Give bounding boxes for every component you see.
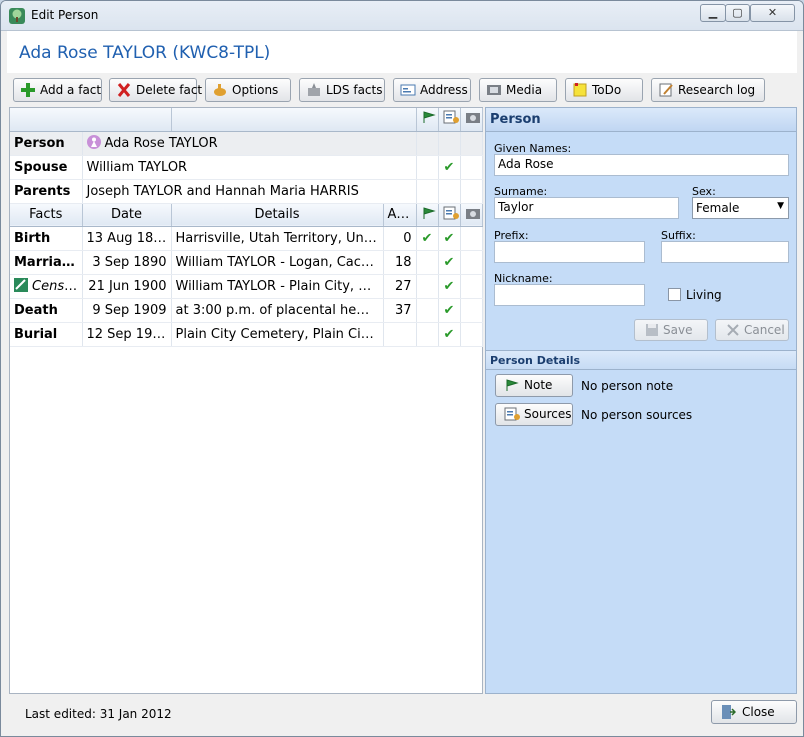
delete-fact-button[interactable]: Delete fact — [109, 78, 202, 102]
source-check-icon: ✔ — [443, 302, 455, 318]
date-column-header[interactable]: Date — [82, 203, 172, 227]
female-person-icon — [86, 135, 101, 149]
lds-facts-button[interactable]: LDS facts — [299, 78, 385, 102]
person-editor-panel: Person Given Names: Ada Rose Surname: Ta… — [485, 107, 797, 694]
sources-icon — [443, 110, 459, 124]
person-header: Ada Rose TAYLOR (KWC8-TPL) — [7, 31, 797, 73]
dropdown-arrow-icon: ▼ — [777, 201, 784, 211]
relation-row-parents[interactable]: Parents Joseph TAYLOR and Hannah Maria H… — [10, 179, 483, 204]
close-button[interactable]: Close — [711, 700, 797, 724]
note-flag-icon — [423, 206, 436, 219]
suffix-field[interactable] — [661, 241, 789, 263]
source-column-header[interactable] — [438, 108, 461, 132]
plus-icon — [21, 83, 35, 97]
address-button[interactable]: Address — [393, 78, 471, 102]
toolbar: Add a fact Delete fact Options LDS facts… — [7, 74, 797, 106]
nickname-field[interactable] — [494, 284, 645, 306]
cancel-button[interactable]: Cancel — [715, 319, 789, 341]
film-icon — [487, 85, 501, 95]
person-name: Ada Rose TAYLOR — [104, 136, 218, 151]
title-bar: Edit Person ▁ ▢ ✕ — [1, 1, 803, 31]
source-check-icon: ✔ — [443, 159, 455, 175]
delete-x-icon — [117, 83, 131, 97]
fact-source-column-header[interactable] — [438, 203, 461, 227]
camera-icon — [465, 113, 480, 124]
living-checkbox[interactable] — [668, 288, 681, 301]
relation-row-spouse[interactable]: Spouse William TAYLOR ✔ — [10, 155, 483, 180]
todo-button[interactable]: ToDo — [565, 78, 643, 102]
temple-icon — [308, 83, 320, 96]
age-column-header[interactable]: Age — [383, 203, 417, 227]
source-check-icon: ✔ — [443, 230, 455, 246]
person-panel-title: Person — [486, 108, 796, 132]
page-title: Ada Rose TAYLOR (KWC8-TPL) — [19, 43, 271, 63]
fact-row-burial[interactable]: Burial 12 Sep 1909 Plain City Cemetery, … — [10, 322, 483, 347]
notepad-pencil-icon — [659, 83, 673, 97]
save-button[interactable]: Save — [634, 319, 708, 341]
facts-column-header[interactable]: Facts — [10, 203, 83, 227]
living-label: Living — [686, 288, 722, 302]
window-close-button[interactable]: ✕ — [750, 4, 795, 22]
save-disk-icon — [646, 324, 658, 336]
prefix-field[interactable] — [494, 241, 645, 263]
status-bar: Last edited: 31 Jan 2012 Close — [9, 697, 799, 731]
maximize-button[interactable]: ▢ — [725, 4, 750, 22]
given-names-field[interactable]: Ada Rose — [494, 154, 789, 176]
person-sources-status: No person sources — [581, 408, 693, 422]
cancel-x-icon — [727, 324, 739, 336]
tree-icon — [9, 8, 25, 24]
fact-row-birth[interactable]: Birth 13 Aug 1872 Harrisville, Utah Terr… — [10, 226, 483, 251]
note-flag-icon — [506, 379, 519, 391]
media-button[interactable]: Media — [479, 78, 557, 102]
note-column-header[interactable] — [416, 108, 439, 132]
fact-media-column-header[interactable] — [460, 203, 483, 227]
note-check-icon: ✔ — [421, 230, 433, 246]
research-log-button[interactable]: Research log — [651, 78, 765, 102]
sources-button[interactable]: Sources — [495, 403, 573, 426]
source-check-icon: ✔ — [443, 278, 455, 294]
address-card-icon — [400, 84, 416, 96]
media-column-header[interactable] — [460, 108, 483, 132]
source-check-icon: ✔ — [443, 254, 455, 270]
note-flag-icon — [423, 111, 436, 124]
person-details-header: Person Details — [486, 350, 796, 370]
sources-icon — [443, 206, 459, 219]
add-fact-button[interactable]: Add a fact — [13, 78, 102, 102]
options-button[interactable]: Options — [205, 78, 291, 102]
fact-row-census[interactable]: Census 21 Jun 1900 William TAYLOR - Plai… — [10, 274, 483, 299]
sticky-note-icon — [573, 83, 587, 97]
exit-door-icon — [722, 705, 736, 719]
parents-names: Joseph TAYLOR and Hannah Maria HARRIS — [82, 179, 417, 204]
minimize-button[interactable]: ▁ — [700, 4, 726, 22]
window-title: Edit Person — [31, 8, 99, 22]
camera-icon — [465, 208, 480, 219]
relations-table: Person Ada Rose TAYLOR Spouse William TA… — [10, 108, 483, 347]
surname-field[interactable]: Taylor — [494, 197, 679, 219]
last-edited-text: Last edited: 31 Jan 2012 — [25, 707, 172, 721]
source-check-icon: ✔ — [443, 326, 455, 342]
options-hand-icon — [214, 84, 226, 96]
sex-select[interactable]: Female ▼ — [692, 197, 789, 219]
fact-row-marriage[interactable]: Marriage 3 Sep 1890 William TAYLOR - Log… — [10, 250, 483, 275]
spouse-name: William TAYLOR — [82, 155, 417, 180]
census-icon — [14, 278, 28, 292]
details-column-header[interactable]: Details — [171, 203, 384, 227]
fact-note-column-header[interactable] — [416, 203, 439, 227]
edit-person-window: Edit Person ▁ ▢ ✕ Ada Rose TAYLOR (KWC8-… — [0, 0, 804, 737]
relation-row-person[interactable]: Person Ada Rose TAYLOR — [10, 131, 483, 156]
fact-row-death[interactable]: Death 9 Sep 1909 at 3:00 p.m. of placent… — [10, 298, 483, 323]
note-button[interactable]: Note — [495, 374, 573, 397]
facts-panel: Person Ada Rose TAYLOR Spouse William TA… — [9, 107, 483, 694]
person-note-status: No person note — [581, 379, 674, 393]
sources-icon — [504, 407, 520, 421]
